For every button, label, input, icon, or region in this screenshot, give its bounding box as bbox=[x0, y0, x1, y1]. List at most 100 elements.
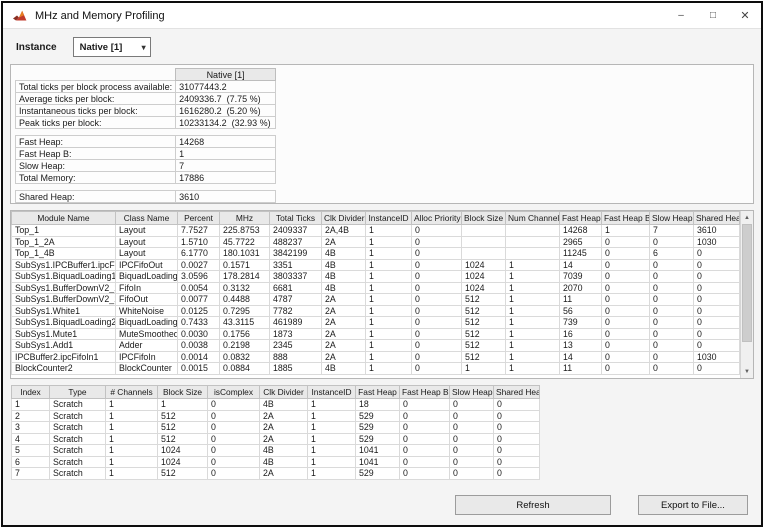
table-row[interactable]: 3Scratch151202A1529000 bbox=[12, 422, 540, 434]
cell: 512 bbox=[158, 410, 208, 422]
table-row[interactable]: 4Scratch151202A1529000 bbox=[12, 433, 540, 445]
cell: 3610 bbox=[176, 191, 276, 203]
column-header: Alloc Priority bbox=[412, 212, 462, 225]
cell: 31077443.2 bbox=[176, 81, 276, 93]
column-header: MHz bbox=[220, 212, 270, 225]
maximize-button[interactable]: □ bbox=[697, 3, 729, 28]
table-row[interactable]: IPCBuffer2.ipcFifoIn1IPCFifoIn0.00140.08… bbox=[12, 351, 740, 363]
cell: 1024 bbox=[462, 259, 506, 271]
cell: 6 bbox=[650, 248, 694, 260]
cell: SubSys1.White1 bbox=[12, 305, 116, 317]
table-row[interactable]: SubSys1.BiquadLoading1BiquadLoading3.059… bbox=[12, 271, 740, 283]
table-row[interactable]: Instantaneous ticks per block:1616280.2 … bbox=[16, 105, 276, 117]
table-row[interactable]: Shared Heap:3610 bbox=[16, 191, 276, 203]
app-icon bbox=[13, 10, 27, 22]
scroll-down-icon[interactable]: ▼ bbox=[741, 365, 753, 378]
cell: 4B bbox=[322, 282, 366, 294]
table-row[interactable]: Total ticks per block process available:… bbox=[16, 81, 276, 93]
cell: 2A bbox=[322, 236, 366, 248]
header-row: Native [1] bbox=[16, 69, 276, 81]
cell: 1 bbox=[506, 363, 560, 375]
table-row[interactable]: 5Scratch1102404B11041000 bbox=[12, 445, 540, 457]
table-row[interactable]: SubSys1.IPCBuffer1.ipcFif...IPCFifoOut0.… bbox=[12, 259, 740, 271]
cell: 0 bbox=[208, 410, 260, 422]
table-row[interactable]: Fast Heap B:1 bbox=[16, 148, 276, 160]
cell: 1 bbox=[366, 340, 412, 352]
cell: IPCFifoOut bbox=[116, 259, 178, 271]
close-button[interactable]: ✕ bbox=[729, 3, 761, 28]
vertical-scrollbar[interactable]: ▲ ▼ bbox=[740, 211, 753, 378]
cell: BiquadLoading bbox=[116, 317, 178, 329]
table-row[interactable]: 7Scratch151202A1529000 bbox=[12, 468, 540, 480]
table-row[interactable]: Total Memory:17886 bbox=[16, 172, 276, 184]
cell: 0 bbox=[450, 399, 494, 411]
scroll-up-icon[interactable]: ▲ bbox=[741, 211, 753, 224]
cell: 2A bbox=[322, 328, 366, 340]
cell: Fast Heap: bbox=[16, 136, 176, 148]
cell: 2A bbox=[322, 340, 366, 352]
cell bbox=[16, 129, 176, 136]
table-row[interactable]: 2Scratch151202A1529000 bbox=[12, 410, 540, 422]
cell: 0.0884 bbox=[220, 363, 270, 375]
cell: 0 bbox=[400, 456, 450, 468]
cell: 11245 bbox=[560, 248, 602, 260]
cell: 0 bbox=[650, 294, 694, 306]
export-button[interactable]: Export to File... bbox=[638, 495, 748, 515]
cell: Fast Heap B: bbox=[16, 148, 176, 160]
table-row[interactable]: SubSys1.White1WhiteNoise0.01250.72957782… bbox=[12, 305, 740, 317]
table-row[interactable]: 6Scratch1102404B11041000 bbox=[12, 456, 540, 468]
column-header: # Channels bbox=[106, 386, 158, 399]
cell: 1 bbox=[506, 328, 560, 340]
cell: 3.0596 bbox=[178, 271, 220, 283]
table-row[interactable]: SubSys1.Add1Adder0.00380.219823452A10512… bbox=[12, 340, 740, 352]
table-row[interactable]: Top_1_4BLayout6.1770180.103138421994B101… bbox=[12, 248, 740, 260]
cell: Top_1_4B bbox=[12, 248, 116, 260]
table-row[interactable]: BlockCounter2BlockCounter0.00150.0884188… bbox=[12, 363, 740, 375]
cell: 1616280.2 (5.20 %) bbox=[176, 105, 276, 117]
table-row[interactable]: Average ticks per block:2409336.7 (7.75 … bbox=[16, 93, 276, 105]
cell: 0 bbox=[602, 328, 650, 340]
minimize-button[interactable]: – bbox=[665, 3, 697, 28]
cell: 512 bbox=[462, 317, 506, 329]
table-row[interactable]: SubSys1.BufferDownV2_1...FifoOut0.00770.… bbox=[12, 294, 740, 306]
cell: 1 bbox=[602, 225, 650, 237]
table-row bbox=[16, 184, 276, 191]
table-row[interactable]: SubSys1.BufferDownV2_1...FifoIn0.00540.3… bbox=[12, 282, 740, 294]
cell: 1 bbox=[308, 445, 356, 457]
refresh-button[interactable]: Refresh bbox=[455, 495, 611, 515]
cell: 1 bbox=[106, 399, 158, 411]
table-row[interactable]: SubSys1.BiquadLoading2BiquadLoading0.743… bbox=[12, 317, 740, 329]
instance-row: Instance Native [1] ▾ bbox=[3, 29, 761, 61]
cell: 1 bbox=[506, 317, 560, 329]
cell: 0 bbox=[602, 259, 650, 271]
cell: 1 bbox=[308, 456, 356, 468]
table-row[interactable]: Top_1_2ALayout1.571045.77224882372A10296… bbox=[12, 236, 740, 248]
cell bbox=[506, 248, 560, 260]
column-header: Fast Heap bbox=[560, 212, 602, 225]
cell: 0 bbox=[650, 351, 694, 363]
cell: 0 bbox=[400, 468, 450, 480]
table-row[interactable]: Slow Heap:7 bbox=[16, 160, 276, 172]
cell: Layout bbox=[116, 236, 178, 248]
table-row bbox=[16, 129, 276, 136]
cell: 0 bbox=[208, 445, 260, 457]
table-row[interactable]: Peak ticks per block:10233134.2 (32.93 %… bbox=[16, 117, 276, 129]
table-row[interactable]: SubSys1.Mute1MuteSmoothed0.00300.1756187… bbox=[12, 328, 740, 340]
cell: 2345 bbox=[270, 340, 322, 352]
instance-select[interactable]: Native [1] ▾ bbox=[73, 37, 151, 57]
cell: Total Memory: bbox=[16, 172, 176, 184]
cell: 0 bbox=[400, 422, 450, 434]
column-header: InstanceID bbox=[366, 212, 412, 225]
cell: 0 bbox=[602, 282, 650, 294]
scroll-thumb[interactable] bbox=[742, 224, 752, 342]
cell: 0 bbox=[650, 363, 694, 375]
cell: 0 bbox=[450, 433, 494, 445]
cell: 0 bbox=[694, 259, 740, 271]
cell: 0 bbox=[650, 317, 694, 329]
cell: 0.0027 bbox=[178, 259, 220, 271]
table-row[interactable]: 1Scratch1104B118000 bbox=[12, 399, 540, 411]
table-row[interactable]: Fast Heap:14268 bbox=[16, 136, 276, 148]
cell bbox=[506, 236, 560, 248]
table-row[interactable]: Top_1Layout7.7527225.875324093372A,4B101… bbox=[12, 225, 740, 237]
cell: 11 bbox=[560, 363, 602, 375]
